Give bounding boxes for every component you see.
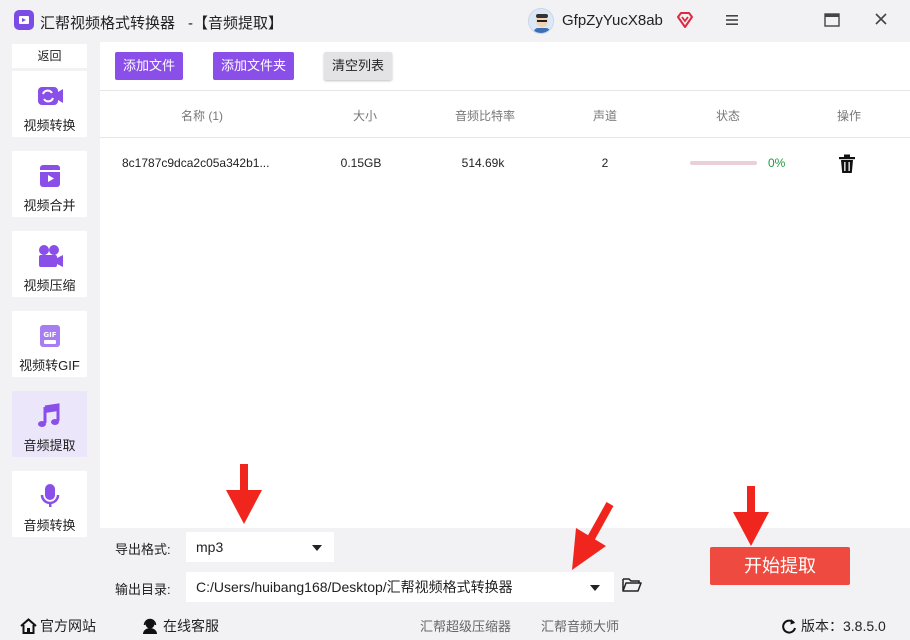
output-settings: 导出格式: mp3 输出目录: C:/Users/huibang168/Desk…	[100, 528, 910, 602]
sidebar-item-label: 视频合并	[23, 198, 76, 213]
sidebar-item-video-merge[interactable]: 视频合并	[12, 151, 87, 217]
output-dir-select[interactable]: C:/Users/huibang168/Desktop/汇帮视频格式转换器	[186, 572, 614, 602]
audio-channels: 2	[601, 156, 609, 170]
output-dir-label: 输出目录:	[115, 582, 171, 597]
column-header-size: 大小	[352, 109, 377, 123]
username[interactable]: GfpZyYucX8ab	[562, 12, 663, 29]
column-header-actions: 操作	[836, 109, 861, 123]
sidebar: 返回 视频转换 视频合并 视频压缩 GIF 视频转GIF 音频提取 音频转换	[0, 42, 100, 602]
sidebar-item-video-to-gif[interactable]: GIF 视频转GIF	[12, 311, 87, 377]
progress-bar	[690, 161, 757, 165]
add-folder-button[interactable]: 添加文件夹	[213, 52, 294, 80]
footer: 官方网站 在线客服 汇帮超级压缩器 汇帮音频大师 版本：3.8.5.0	[0, 608, 910, 640]
page-subtitle: -【音频提取】	[188, 15, 283, 32]
sidebar-item-label: 视频转GIF	[19, 358, 80, 373]
svg-text:GIF: GIF	[43, 331, 56, 339]
annotation-arrow-icon	[572, 502, 614, 570]
sidebar-item-label: 视频转换	[23, 118, 76, 133]
online-support-label: 在线客服	[163, 618, 219, 634]
audio-bitrate: 514.69k	[461, 156, 505, 170]
main-panel: 添加文件 添加文件夹 清空列表 名称 (1) 大小 音频比特率 声道 状态 操作…	[100, 42, 910, 528]
status-percent: 0%	[768, 156, 786, 170]
file-size: 0.15GB	[340, 156, 382, 170]
official-website-link[interactable]: 官方网站	[20, 616, 96, 636]
menu-icon[interactable]	[724, 12, 740, 28]
folder-open-icon[interactable]	[622, 577, 642, 593]
home-icon	[20, 618, 37, 634]
online-support-link[interactable]: 在线客服	[142, 616, 219, 636]
chevron-down-icon	[312, 545, 322, 551]
file-name: 8c1787c9dca2c05a342b1...	[122, 156, 270, 170]
sidebar-item-label: 音频提取	[23, 438, 76, 453]
close-icon[interactable]	[874, 12, 888, 26]
refresh-icon	[782, 619, 796, 634]
sidebar-item-video-convert[interactable]: 视频转换	[12, 71, 87, 137]
avatar[interactable]	[528, 8, 554, 34]
super-compressor-link[interactable]: 汇帮超级压缩器	[420, 616, 511, 635]
sidebar-item-label: 音频转换	[23, 518, 76, 533]
version-label: 版本：3.8.5.0	[801, 618, 886, 634]
support-agent-icon	[143, 618, 157, 634]
sidebar-item-audio-extract[interactable]: 音频提取	[12, 391, 87, 457]
app-title: 汇帮视频格式转换器	[40, 15, 176, 32]
official-website-label: 官方网站	[40, 618, 96, 634]
table-row[interactable]: 8c1787c9dca2c05a342b1... 0.15GB 514.69k …	[100, 138, 910, 190]
maximize-icon[interactable]	[824, 13, 840, 27]
format-select[interactable]: mp3	[186, 532, 334, 562]
video-compress-icon	[39, 245, 63, 267]
output-dir-value: C:/Users/huibang168/Desktop/汇帮视频格式转换器	[196, 579, 513, 595]
column-header-channels: 声道	[592, 109, 617, 123]
sidebar-item-video-compress[interactable]: 视频压缩	[12, 231, 87, 297]
audio-master-link[interactable]: 汇帮音频大师	[541, 616, 619, 635]
version-info[interactable]: 版本：3.8.5.0	[781, 616, 886, 636]
table-header: 名称 (1) 大小 音频比特率 声道 状态 操作	[100, 90, 910, 138]
column-header-bitrate: 音频比特率	[454, 109, 515, 123]
app-logo-icon	[14, 10, 34, 30]
title-bar: 汇帮视频格式转换器 -【音频提取】 GfpZyYucX8ab	[0, 0, 910, 42]
microphone-icon	[40, 484, 60, 507]
annotation-arrow-icon	[226, 464, 262, 524]
column-header-name[interactable]: 名称 (1)	[160, 107, 244, 124]
gif-icon: GIF	[40, 325, 60, 347]
format-value: mp3	[196, 539, 224, 555]
vip-diamond-icon[interactable]	[676, 11, 694, 29]
column-header-status: 状态	[715, 109, 740, 123]
format-label: 导出格式:	[115, 542, 171, 557]
trash-icon[interactable]	[838, 154, 856, 174]
start-extract-button[interactable]: 开始提取	[710, 547, 850, 585]
sidebar-item-label: 视频压缩	[23, 278, 76, 293]
video-merge-icon	[40, 165, 60, 187]
video-convert-icon	[38, 87, 63, 105]
clear-list-button[interactable]: 清空列表	[324, 52, 392, 80]
sidebar-item-audio-convert[interactable]: 音频转换	[12, 471, 87, 537]
music-note-icon	[38, 403, 60, 427]
add-file-button[interactable]: 添加文件	[115, 52, 183, 80]
annotation-arrow-icon	[733, 486, 769, 546]
back-button[interactable]: 返回	[12, 44, 87, 68]
chevron-down-icon	[590, 585, 600, 591]
